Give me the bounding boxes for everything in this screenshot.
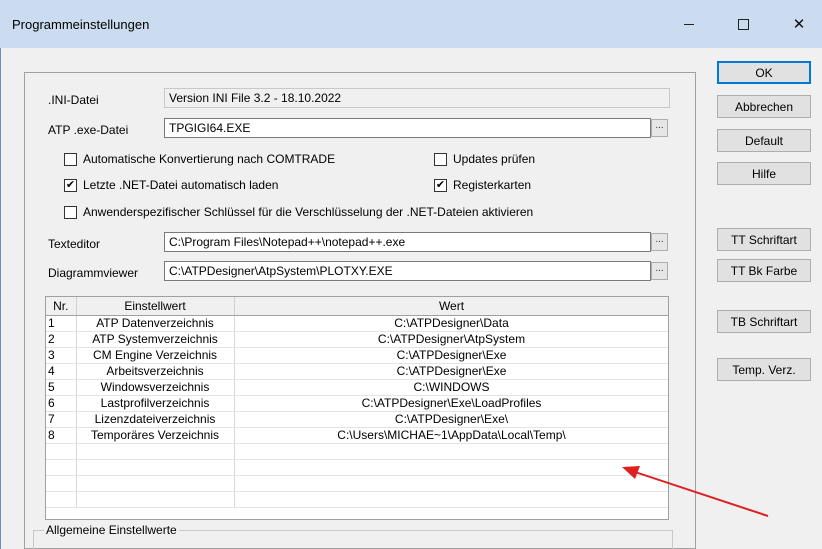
settings-table: Nr. Einstellwert Wert 1 ATP Datenverzeich…: [46, 297, 668, 508]
row-setting: ATP Systemverzeichnis: [76, 331, 235, 348]
encryption-check-icon: [64, 205, 77, 219]
row-nr: 7: [46, 411, 77, 428]
texteditor-field[interactable]: C:\Program Files\Notepad++\notepad++.exe: [164, 232, 651, 252]
table-row[interactable]: 7 Lizenzdateiverzeichnis C:\ATPDesigner\Ex…: [46, 411, 668, 428]
last-net-file-check-icon: ✔: [64, 178, 77, 192]
atp-exe-browse-button[interactable]: ...: [651, 119, 668, 137]
updates-label: Updates prüfen: [453, 152, 536, 166]
minimize-icon: [684, 23, 694, 25]
row-setting: Temporäres Verzeichnis: [76, 427, 235, 444]
table-row[interactable]: 1 ATP Datenverzeichnis C:\ATPDesigner\Data: [46, 315, 668, 332]
row-setting: Windowsverzeichnis: [76, 379, 235, 396]
table-row[interactable]: 4 Arbeitsverzeichnis C:\ATPDesigner\Exe: [46, 363, 668, 380]
table-row[interactable]: 5 Windowsverzeichnis C:\WINDOWS: [46, 379, 668, 396]
table-row-empty[interactable]: [46, 491, 668, 508]
row-value[interactable]: [234, 459, 668, 476]
annotation-arrow-icon: [622, 466, 769, 517]
row-setting: Lastprofilverzeichnis: [76, 395, 235, 412]
tt-bk-color-button[interactable]: TT Bk Farbe: [717, 259, 811, 282]
row-nr: 4: [46, 363, 77, 380]
ini-file-field: Version INI File 3.2 - 18.10.2022: [164, 88, 670, 108]
diagramviewer-field[interactable]: C:\ATPDesigner\AtpSystem\PLOTXY.EXE: [164, 261, 651, 281]
diagramviewer-label: Diagrammviewer: [48, 266, 139, 280]
minimize-button[interactable]: [666, 0, 712, 48]
row-value[interactable]: C:\WINDOWS: [234, 379, 668, 396]
tabs-checkbox[interactable]: ✔ Registerkarten: [434, 178, 531, 192]
row-setting: ATP Datenverzeichnis: [76, 315, 235, 332]
table-row-empty[interactable]: [46, 459, 668, 476]
tabs-check-icon: ✔: [434, 178, 447, 192]
default-button[interactable]: Default: [717, 129, 811, 152]
grid-header-row: Nr. Einstellwert Wert: [46, 297, 668, 316]
row-setting: [76, 475, 235, 492]
tt-font-button[interactable]: TT Schriftart: [717, 228, 811, 251]
row-nr: 5: [46, 379, 77, 396]
texteditor-label: Texteditor: [48, 237, 101, 251]
cancel-button[interactable]: Abbrechen: [717, 95, 811, 118]
ok-button[interactable]: OK: [717, 61, 811, 84]
settings-grid[interactable]: Nr. Einstellwert Wert 1 ATP Datenverzeich…: [45, 296, 669, 520]
row-value[interactable]: C:\ATPDesigner\Exe\LoadProfiles: [234, 395, 668, 412]
row-nr: 8: [46, 427, 77, 444]
row-nr: 2: [46, 331, 77, 348]
atp-exe-field[interactable]: TPGIGI64.EXE: [164, 118, 651, 138]
row-value[interactable]: C:\Users\MICHAE~1\AppData\Local\Temp\: [234, 427, 668, 444]
row-value[interactable]: C:\ATPDesigner\Exe: [234, 363, 668, 380]
close-icon: ✕: [792, 16, 806, 33]
row-setting: [76, 491, 235, 508]
ini-file-label: .INI-Datei: [48, 93, 99, 107]
row-nr: [46, 491, 77, 508]
encryption-checkbox[interactable]: Anwenderspezifischer Schlüssel für die V…: [64, 205, 533, 219]
table-row-empty[interactable]: [46, 475, 668, 492]
row-nr: [46, 443, 77, 460]
table-row[interactable]: 6 Lastprofilverzeichnis C:\ATPDesigner\Exe…: [46, 395, 668, 412]
row-value[interactable]: C:\ATPDesigner\AtpSystem: [234, 331, 668, 348]
last-net-file-label: Letzte .NET-Datei automatisch laden: [83, 178, 279, 192]
window-title: Programmeinstellungen: [12, 17, 150, 32]
tabs-label: Registerkarten: [453, 178, 532, 192]
close-button[interactable]: ✕: [776, 0, 822, 48]
row-nr: 3: [46, 347, 77, 364]
temp-dir-button[interactable]: Temp. Verz.: [717, 358, 811, 381]
row-value[interactable]: C:\ATPDesigner\Exe: [234, 347, 668, 364]
auto-convert-check-icon: [64, 152, 77, 166]
help-button[interactable]: Hilfe: [717, 162, 811, 185]
row-value[interactable]: C:\ATPDesigner\Exe\: [234, 411, 668, 428]
row-setting: CM Engine Verzeichnis: [76, 347, 235, 364]
auto-convert-label: Automatische Konvertierung nach COMTRADE: [83, 152, 336, 166]
table-row[interactable]: 3 CM Engine Verzeichnis C:\ATPDesigner\Exe: [46, 347, 668, 364]
updates-checkbox[interactable]: Updates prüfen: [434, 152, 535, 166]
updates-check-icon: [434, 152, 447, 166]
tb-font-button[interactable]: TB Schriftart: [717, 310, 811, 333]
row-value[interactable]: [234, 475, 668, 492]
row-nr: [46, 475, 77, 492]
row-setting: Arbeitsverzeichnis: [76, 363, 235, 380]
row-setting: Lizenzdateiverzeichnis: [76, 411, 235, 428]
maximize-icon: [737, 18, 749, 30]
table-row[interactable]: 8 Temporäres Verzeichnis C:\Users\MICHAE~1…: [46, 427, 668, 444]
row-setting: [76, 459, 235, 476]
last-net-file-checkbox[interactable]: ✔ Letzte .NET-Datei automatisch laden: [64, 178, 278, 192]
row-value[interactable]: C:\ATPDesigner\Data: [234, 315, 668, 332]
row-nr: [46, 459, 77, 476]
atp-exe-label: ATP .exe-Datei: [48, 123, 129, 137]
column-header-setting[interactable]: Einstellwert: [76, 297, 235, 316]
row-value[interactable]: [234, 443, 668, 460]
row-value[interactable]: [234, 491, 668, 508]
column-header-nr[interactable]: Nr.: [46, 297, 77, 316]
column-header-value[interactable]: Wert: [234, 297, 668, 316]
row-nr: 6: [46, 395, 77, 412]
title-bar: Programmeinstellungen ✕: [0, 0, 822, 48]
general-settings-legend: Allgemeine Einstellwerte: [44, 523, 179, 537]
encryption-label: Anwenderspezifischer Schlüssel für die V…: [83, 205, 534, 219]
table-row-empty[interactable]: [46, 443, 668, 460]
row-setting: [76, 443, 235, 460]
diagramviewer-browse-button[interactable]: ...: [651, 262, 668, 280]
general-settings-group: Allgemeine Einstellwerte: [33, 523, 673, 549]
table-row[interactable]: 2 ATP Systemverzeichnis C:\ATPDesigner\Atp…: [46, 331, 668, 348]
row-nr: 1: [46, 315, 77, 332]
auto-convert-checkbox[interactable]: Automatische Konvertierung nach COMTRADE: [64, 152, 335, 166]
maximize-button[interactable]: [720, 0, 766, 48]
texteditor-browse-button[interactable]: ...: [651, 233, 668, 251]
